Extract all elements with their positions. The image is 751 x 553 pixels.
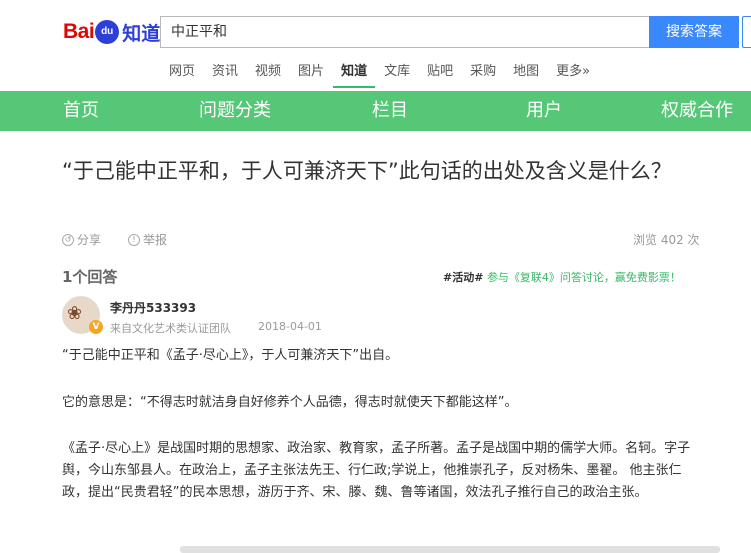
nav-tab-more[interactable]: 更多»	[548, 60, 598, 88]
report-icon: !	[128, 233, 140, 246]
baidu-zhidao-logo[interactable]: Bai du 知道	[63, 17, 160, 47]
nav-tab-video[interactable]: 视频	[247, 60, 289, 88]
view-count: 浏览 402 次	[633, 233, 700, 247]
report-button[interactable]: ! 举报	[128, 231, 167, 248]
nav-tab-web[interactable]: 网页	[161, 60, 203, 88]
share-button[interactable]: ↺ 分享	[62, 231, 101, 248]
search-input[interactable]: 中正平和	[160, 16, 649, 48]
paw-icon: du	[95, 20, 120, 44]
answer-date: 2018-04-01	[258, 320, 322, 333]
nav-columns[interactable]: 栏目	[372, 91, 408, 131]
nav-tab-tieba[interactable]: 贴吧	[419, 60, 461, 88]
avatar-image: ❀	[67, 303, 83, 324]
activity-banner[interactable]: #活动# 参与《复联4》问答讨论，赢免费影票！	[443, 269, 681, 285]
nav-tab-images[interactable]: 图片	[290, 60, 332, 88]
answer-paragraph-1: “于己能中正平和《孟子·尽心上》，于人可兼济天下”出自。	[62, 348, 399, 363]
nav-home[interactable]: 首页	[63, 91, 99, 131]
verified-badge-icon: V	[89, 320, 103, 334]
logo-text-bai: Bai	[63, 20, 95, 43]
category-nav-bar: 首页 问题分类 栏目 用户 权威合作	[0, 91, 751, 131]
nav-categories[interactable]: 问题分类	[199, 91, 271, 131]
nav-authority[interactable]: 权威合作	[661, 91, 733, 131]
answerer-certification[interactable]: 来自文化艺术类认证团队	[110, 320, 231, 336]
nav-tab-zhidao[interactable]: 知道	[333, 60, 376, 88]
nav-tab-purchase[interactable]: 采购	[462, 60, 504, 88]
share-icon: ↺	[62, 233, 74, 246]
activity-tag: #活动#	[443, 271, 484, 284]
nav-tab-wenku[interactable]: 文库	[376, 60, 418, 88]
activity-link[interactable]: 参与《复联4》问答讨论，赢免费影票！	[487, 271, 681, 284]
answer-paragraph-3: 《孟子·尽心上》是战国时期的思想家、政治家、教育家，孟子所著。孟子是战国中期的儒…	[62, 441, 691, 500]
secondary-button-edge[interactable]	[742, 16, 751, 48]
answer-count: 1个回答	[62, 268, 118, 286]
report-label: 举报	[143, 233, 168, 247]
product-nav: 网页 资讯 视频 图片 知道 文库 贴吧 采购 地图 更多»	[161, 60, 599, 90]
answerer-username[interactable]: 李丹丹533393	[110, 299, 196, 316]
logo-text-zhidao: 知道	[122, 22, 161, 45]
share-label: 分享	[77, 233, 102, 247]
bottom-divider	[180, 546, 720, 553]
nav-users[interactable]: 用户	[526, 91, 562, 131]
answer-paragraph-2: 它的意思是：“不得志时就洁身自好修养个人品德，得志时就使天下都能这样”。	[62, 395, 518, 410]
nav-tab-news[interactable]: 资讯	[204, 60, 246, 88]
question-title: “于己能中正平和，于人可兼济天下”此句话的出处及含义是什么？	[62, 159, 672, 183]
search-button[interactable]: 搜索答案	[649, 16, 739, 48]
nav-tab-map[interactable]: 地图	[505, 60, 547, 88]
